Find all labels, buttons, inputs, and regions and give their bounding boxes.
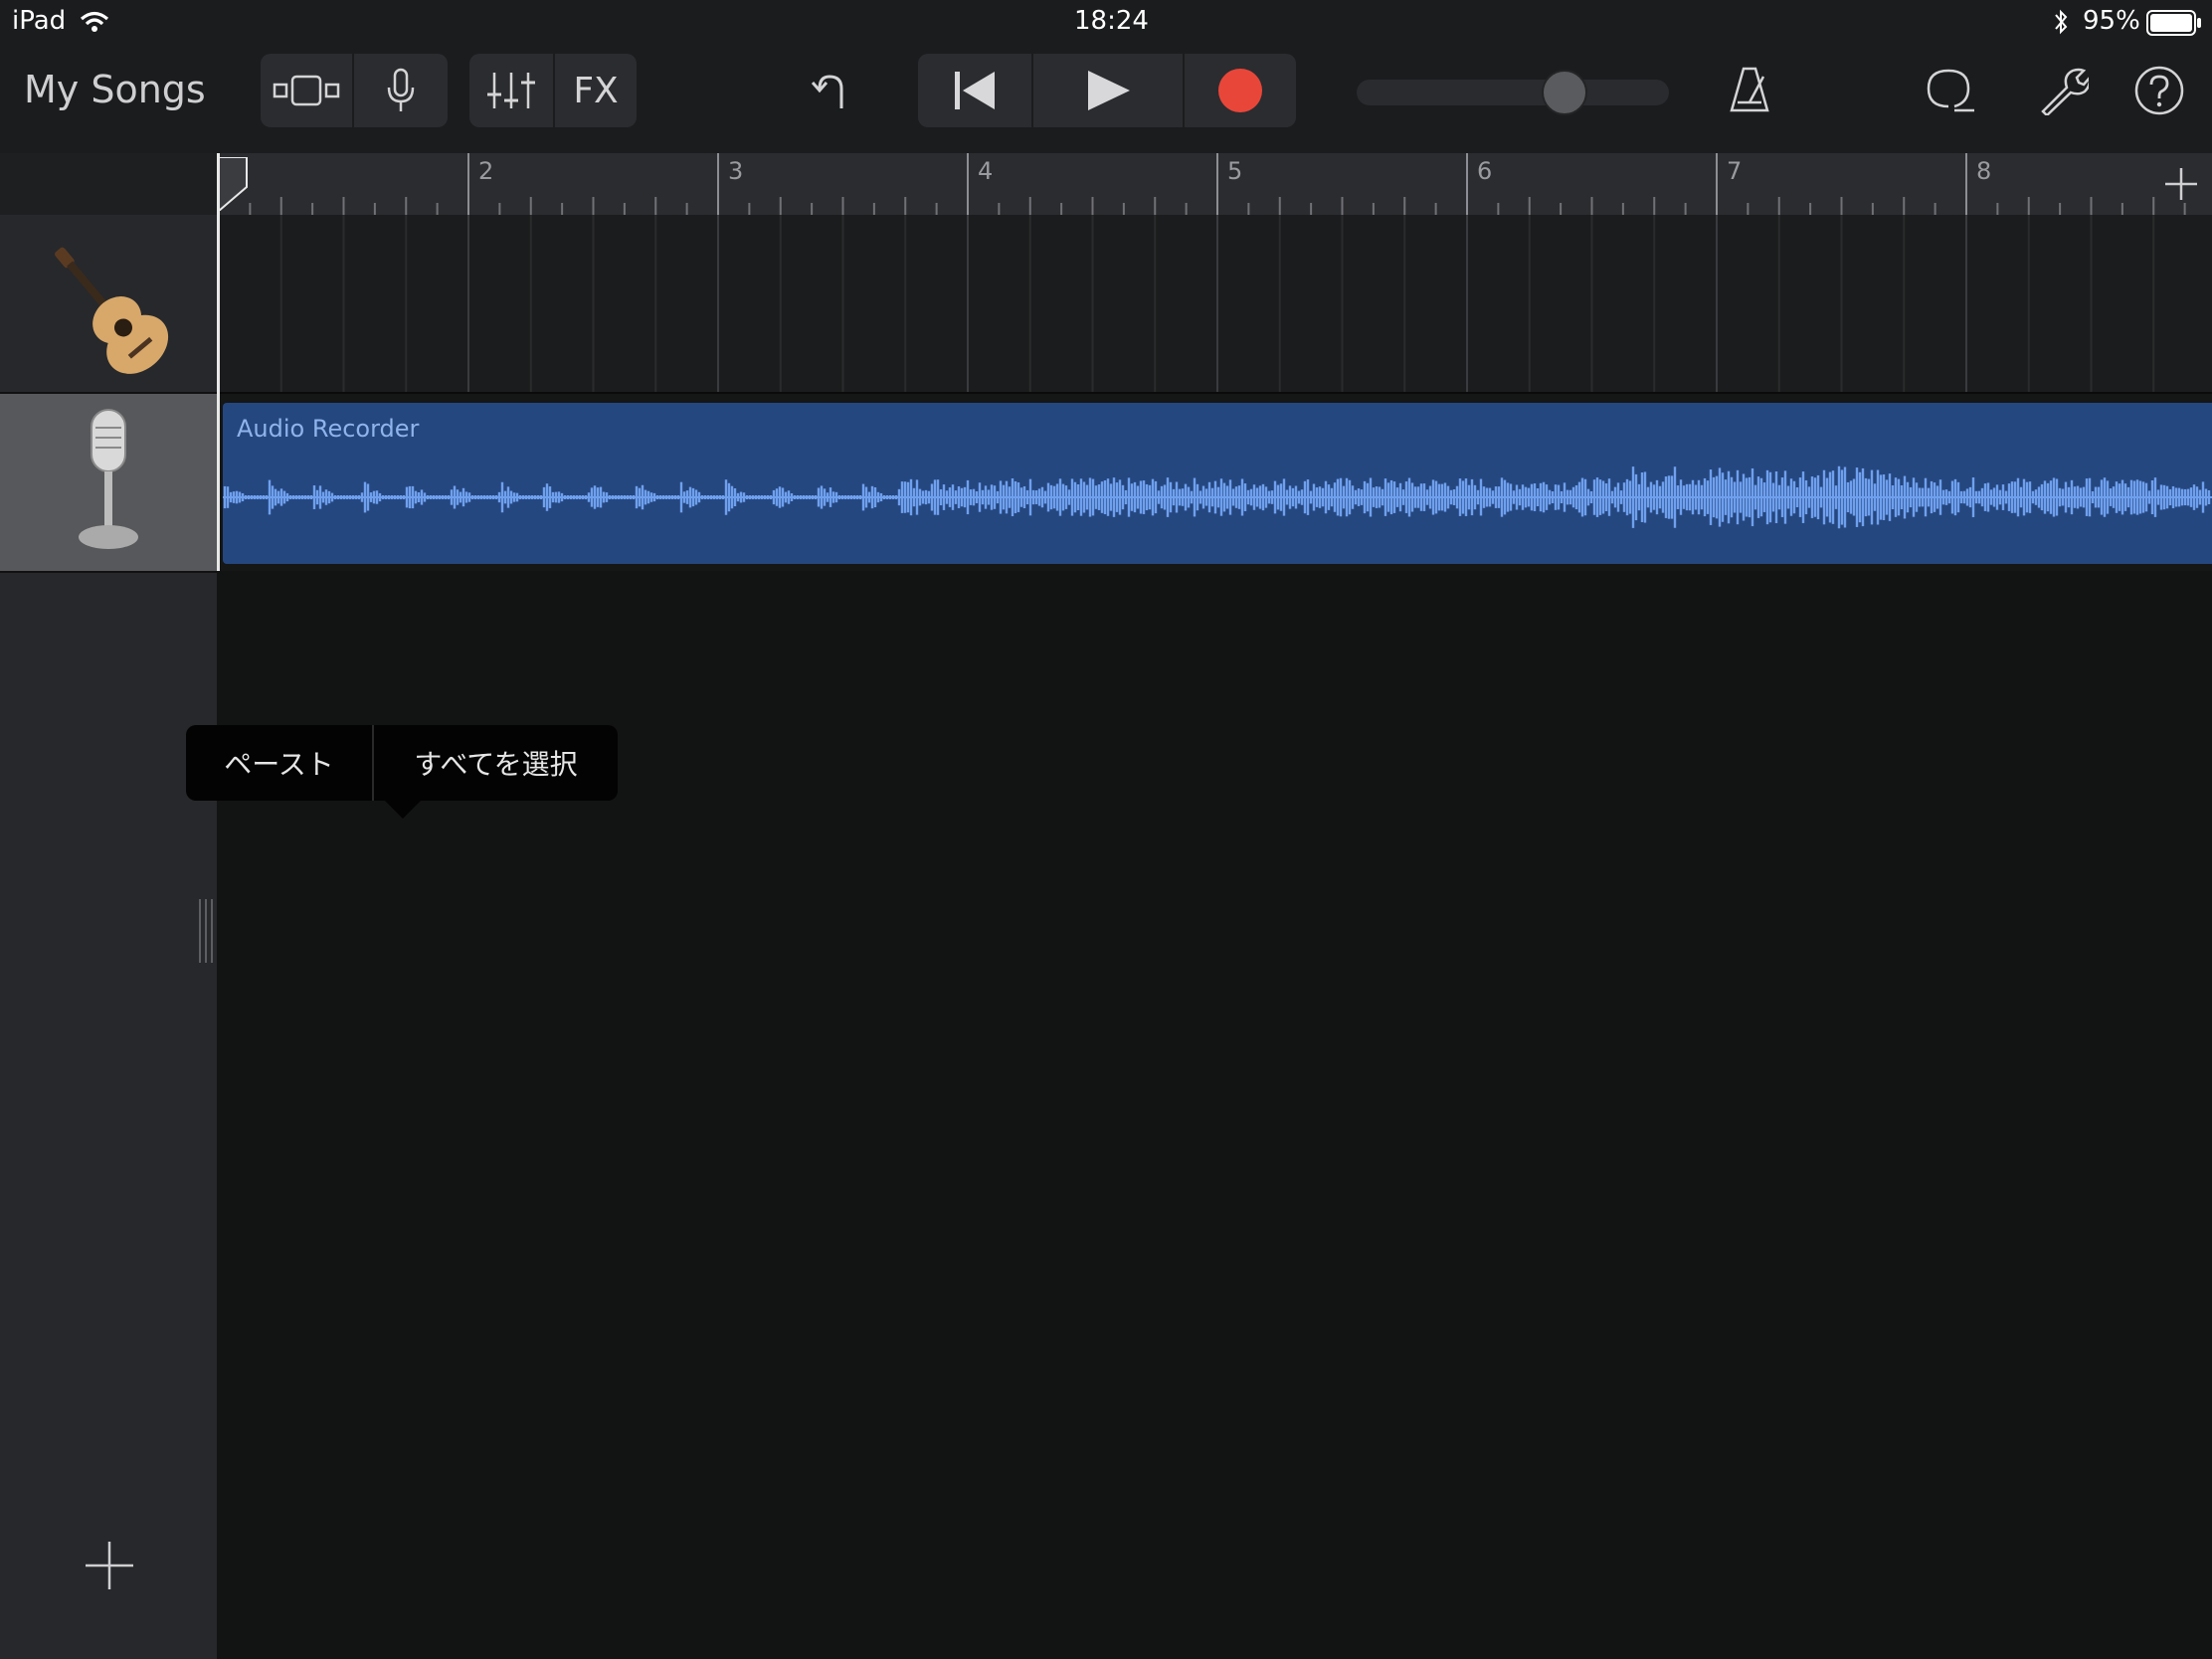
fx-button[interactable]: FX bbox=[555, 54, 637, 127]
undo-icon bbox=[812, 75, 843, 108]
wifi-icon bbox=[80, 11, 109, 32]
device-label: iPad bbox=[12, 6, 67, 36]
audio-recorder-region[interactable]: Audio Recorder bbox=[223, 403, 2212, 564]
settings-button[interactable] bbox=[2029, 54, 2099, 127]
record-button[interactable] bbox=[1185, 54, 1296, 127]
waveform bbox=[223, 465, 2212, 529]
acoustic-guitar-icon bbox=[55, 247, 169, 374]
play-icon bbox=[1088, 71, 1130, 110]
microphone-icon bbox=[387, 68, 415, 111]
timeline-ruler[interactable]: 12345678 bbox=[217, 153, 2212, 215]
playhead-marker-icon bbox=[218, 157, 248, 211]
add-section-icon[interactable] bbox=[2164, 167, 2198, 201]
bar-number: 5 bbox=[1227, 157, 1243, 185]
undo-button[interactable] bbox=[796, 54, 871, 127]
bar-number: 7 bbox=[1727, 157, 1743, 185]
my-songs-button[interactable]: My Songs bbox=[24, 68, 206, 111]
ruler-ticks bbox=[218, 153, 2186, 215]
header-resize-handle[interactable] bbox=[197, 899, 215, 963]
microphone-track-icon bbox=[79, 409, 138, 549]
fx-label: FX bbox=[573, 70, 619, 111]
ruler-corner bbox=[0, 153, 217, 216]
volume-slider[interactable] bbox=[1357, 70, 1669, 115]
bar-number: 8 bbox=[1976, 157, 1992, 185]
select-all-menu-item[interactable]: すべてを選択 bbox=[374, 725, 618, 801]
context-menu-arrow bbox=[385, 801, 421, 819]
play-button[interactable] bbox=[1033, 54, 1183, 127]
rewind-button[interactable] bbox=[918, 54, 1031, 127]
loop-button[interactable] bbox=[1916, 54, 1985, 127]
edit-context-menu: ペースト すべてを選択 bbox=[186, 725, 618, 801]
mix-group: FX bbox=[469, 54, 637, 127]
clock: 18:24 bbox=[1074, 6, 1149, 36]
track-header-audio-recorder[interactable] bbox=[0, 394, 217, 573]
bluetooth-icon bbox=[2055, 9, 2068, 35]
toolbar: My Songs FX bbox=[0, 44, 2212, 153]
drag-handle-icon bbox=[199, 899, 213, 963]
status-bar: iPad 18:24 95% bbox=[0, 0, 2212, 44]
rewind-icon bbox=[955, 72, 995, 109]
transport-group bbox=[918, 54, 1296, 127]
bar-number: 6 bbox=[1477, 157, 1493, 185]
record-icon bbox=[1218, 69, 1262, 112]
mixer-button[interactable] bbox=[469, 54, 553, 127]
help-icon bbox=[2134, 66, 2184, 115]
metronome-button[interactable] bbox=[1715, 54, 1784, 127]
volume-slider-knob[interactable] bbox=[1542, 70, 1587, 115]
help-button[interactable] bbox=[2124, 54, 2194, 127]
bar-number: 4 bbox=[978, 157, 994, 185]
mixer-icon bbox=[487, 73, 535, 108]
lane-grid bbox=[218, 215, 2155, 392]
bar-number: 2 bbox=[478, 157, 494, 185]
metronome-icon bbox=[1730, 67, 1769, 112]
region-label: Audio Recorder bbox=[237, 415, 420, 443]
tracks-view-button[interactable] bbox=[261, 54, 352, 127]
microphone-button[interactable] bbox=[354, 54, 448, 127]
plus-icon bbox=[86, 1542, 133, 1589]
battery-percent: 95% bbox=[2083, 6, 2140, 36]
loop-icon bbox=[1927, 69, 1974, 112]
view-group bbox=[261, 54, 448, 127]
add-track-button[interactable] bbox=[84, 1540, 135, 1591]
settings-wrench-icon bbox=[2041, 68, 2089, 115]
playhead[interactable] bbox=[217, 153, 248, 571]
bar-number: 3 bbox=[728, 157, 744, 185]
paste-menu-item[interactable]: ペースト bbox=[186, 725, 372, 801]
battery-icon bbox=[2146, 10, 2201, 36]
guitar-track-lane[interactable] bbox=[217, 215, 2212, 394]
track-header-guitar[interactable] bbox=[0, 215, 217, 394]
tracks-view-icon bbox=[273, 75, 340, 106]
